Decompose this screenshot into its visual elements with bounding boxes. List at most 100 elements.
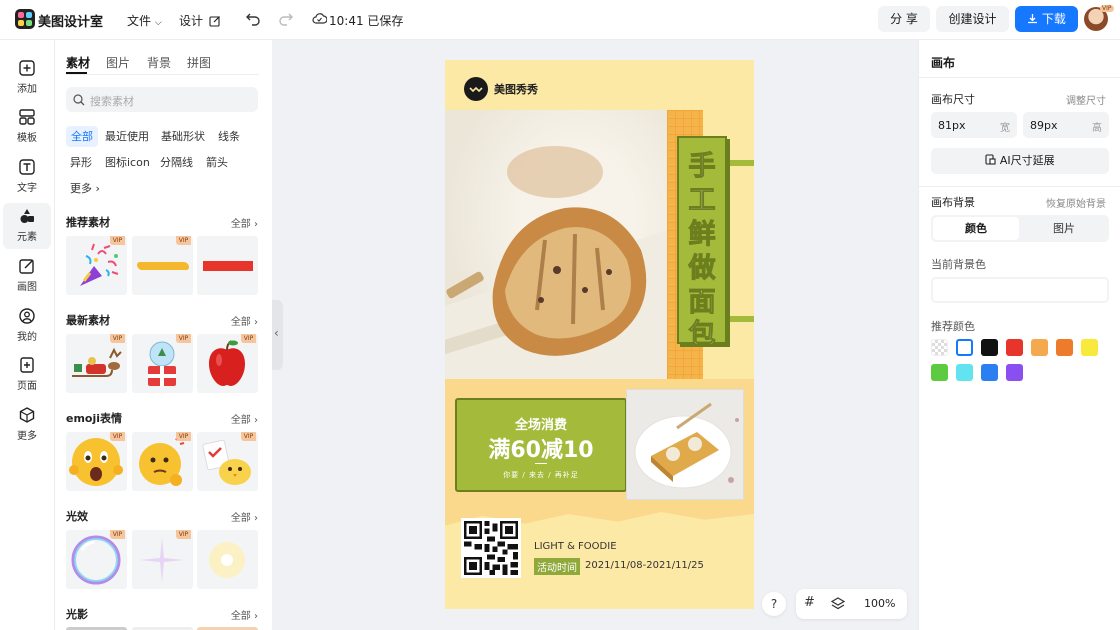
swatch-orange[interactable] — [1056, 339, 1073, 356]
chip-lines[interactable]: 线条 — [213, 126, 245, 147]
activity-date: 2021/11/08-2021/11/25 — [585, 560, 704, 571]
asset-thumb-brush-stroke[interactable]: VIP — [132, 236, 193, 295]
current-bg-color-box[interactable] — [931, 277, 1109, 303]
bread-image-icon — [445, 146, 667, 379]
search-placeholder: 搜索素材 — [90, 95, 134, 108]
vip-badge: VIP — [110, 530, 125, 539]
nav-more-label: 更多 — [17, 431, 37, 442]
share-button[interactable]: 分 享 — [878, 6, 930, 32]
height-field[interactable]: 89px 高 — [1023, 112, 1109, 138]
tab-background[interactable]: 背景 — [147, 54, 171, 71]
section-all-label: 全部 — [230, 611, 251, 622]
adjust-size-link[interactable]: 调整尺寸 — [1066, 92, 1106, 107]
help-button[interactable]: ? — [762, 592, 786, 616]
headline-box: 手 工 鲜 做 面 包 — [677, 136, 727, 351]
nav-page[interactable]: 页面 — [0, 352, 54, 398]
promo-line1: 全场消费 — [514, 418, 567, 433]
redo-icon[interactable] — [278, 12, 294, 26]
section-all-light-shadow[interactable]: 全部 › — [231, 607, 258, 622]
bread-photo[interactable] — [445, 110, 667, 379]
element-icon — [20, 209, 34, 223]
section-all-emoji[interactable]: 全部 › — [231, 411, 258, 426]
chip-icons[interactable]: 图标icon — [100, 152, 155, 173]
swatch-white[interactable] — [956, 339, 973, 356]
swatch-blue[interactable] — [981, 364, 998, 381]
nav-more[interactable]: 更多 — [0, 402, 54, 448]
asset-panel: 素材 图片 背景 拼图 搜索素材 全部 最近使用 基础形状 线条 异形 图标ic… — [55, 40, 272, 630]
nav-mine[interactable]: 我的 — [0, 303, 54, 349]
chip-all[interactable]: 全部 — [66, 126, 98, 147]
tab-material[interactable]: 素材 — [66, 54, 90, 71]
chip-more[interactable]: 更多 › — [65, 178, 105, 199]
asset-thumb-emoji-scared[interactable]: VIP — [66, 432, 127, 491]
swatch-red[interactable] — [1006, 339, 1023, 356]
grid-icon[interactable]: # — [804, 595, 815, 610]
ai-extend-button[interactable]: AI尺寸延展 — [931, 148, 1109, 174]
asset-thumb-sleigh[interactable]: VIP — [66, 334, 127, 393]
section-all-light-effects[interactable]: 全部 › — [231, 509, 258, 524]
more-icon — [19, 407, 35, 423]
asset-thumb-glow[interactable] — [197, 530, 258, 589]
nav-draw-label: 画图 — [17, 282, 37, 293]
asset-thumb-bubble[interactable]: VIP — [66, 530, 127, 589]
app-logo-icon[interactable] — [15, 9, 35, 29]
bg-tab-image[interactable]: 图片 — [1021, 217, 1107, 240]
nav-template[interactable]: 模板 — [0, 104, 54, 150]
design-menu[interactable]: 设计 — [179, 12, 221, 29]
tab-image[interactable]: 图片 — [106, 54, 130, 71]
bg-tab-color[interactable]: 颜色 — [933, 217, 1019, 240]
download-button[interactable]: 下载 — [1015, 6, 1078, 32]
poster-brand-en: LIGHT & FOODIE — [534, 541, 617, 552]
asset-thumb-sparkle[interactable]: VIP — [132, 530, 193, 589]
chip-recent[interactable]: 最近使用 — [100, 126, 154, 147]
nav-text-label: 文字 — [17, 183, 37, 194]
file-menu[interactable]: 文件 ⌵ — [127, 12, 162, 29]
zoom-level[interactable]: 100% — [864, 597, 895, 610]
chip-irregular[interactable]: 异形 — [65, 152, 97, 173]
nav-add[interactable]: 添加 — [0, 55, 54, 101]
vip-badge: VIP — [110, 432, 125, 441]
asset-thumb-red-bar[interactable] — [197, 236, 258, 295]
swatch-purple[interactable] — [1006, 364, 1023, 381]
swatch-green[interactable] — [931, 364, 948, 381]
section-title-light-effects: 光效 — [66, 510, 88, 523]
undo-icon[interactable] — [245, 12, 261, 26]
cake-photo[interactable] — [626, 389, 744, 500]
yellow-brush-shape — [137, 262, 189, 270]
asset-thumb-snow-globe[interactable]: VIP — [132, 334, 193, 393]
layers-icon[interactable] — [831, 597, 845, 611]
nav-text[interactable]: 文字 — [0, 154, 54, 200]
asset-thumb-emoji-chick[interactable]: VIP — [197, 432, 258, 491]
asset-thumb-emoji-thinking[interactable]: VIP — [132, 432, 193, 491]
collapse-panel-handle[interactable]: ‹ — [272, 300, 283, 370]
section-all-latest[interactable]: 全部 › — [231, 313, 258, 328]
vip-badge: VIP — [176, 530, 191, 539]
vip-badge: VIP — [176, 334, 191, 343]
edit-icon — [209, 16, 220, 27]
section-all-label: 全部 — [230, 415, 251, 426]
swatch-light-orange[interactable] — [1031, 339, 1048, 356]
swatch-transparent[interactable] — [931, 339, 948, 356]
nav-add-label: 添加 — [17, 84, 37, 95]
asset-thumb-party-popper[interactable]: VIP — [66, 236, 127, 295]
chip-arrow[interactable]: 箭头 — [201, 152, 233, 173]
tab-collage[interactable]: 拼图 — [187, 54, 211, 71]
swatch-black[interactable] — [981, 339, 998, 356]
create-design-button[interactable]: 创建设计 — [936, 6, 1009, 32]
section-all-label: 全部 — [230, 317, 251, 328]
nav-draw[interactable]: 画图 — [0, 253, 54, 299]
chip-shapes[interactable]: 基础形状 — [156, 126, 210, 147]
chevron-left-icon: ‹ — [274, 326, 279, 340]
search-input[interactable]: 搜索素材 — [66, 87, 258, 112]
chip-divider[interactable]: 分隔线 — [155, 152, 198, 173]
vip-badge: VIP — [241, 334, 256, 343]
asset-thumb-apple[interactable]: VIP — [197, 334, 258, 393]
qr-code[interactable] — [461, 518, 521, 578]
poster-canvas[interactable]: 美图秀秀 手 工 鲜 做 面 包 全场消费 满60减10 你要 / 来去 / 再… — [445, 60, 754, 609]
width-field[interactable]: 81px 宽 — [931, 112, 1017, 138]
section-all-recommended[interactable]: 全部 › — [231, 215, 258, 230]
swatch-yellow[interactable] — [1081, 339, 1098, 356]
nav-element[interactable]: 元素 — [3, 203, 51, 249]
restore-bg-link[interactable]: 恢复原始背景 — [1046, 195, 1106, 210]
swatch-cyan[interactable] — [956, 364, 973, 381]
